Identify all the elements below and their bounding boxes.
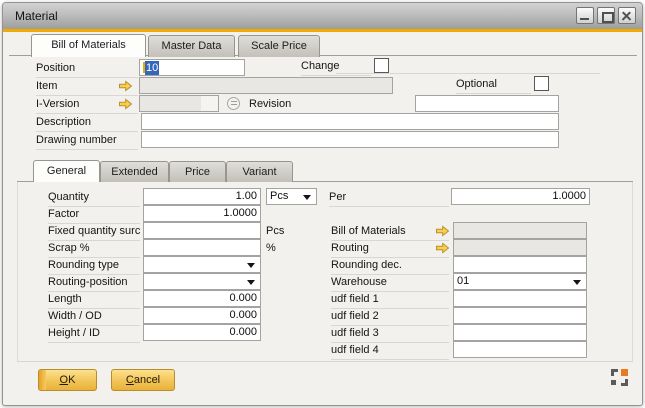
- bom-link-arrow-icon[interactable]: [435, 225, 450, 237]
- udf2-input[interactable]: [453, 307, 587, 324]
- rounding-dec-input[interactable]: [453, 256, 587, 273]
- maximize-button[interactable]: [597, 7, 615, 24]
- close-button[interactable]: [618, 7, 636, 24]
- description-input[interactable]: [141, 113, 559, 130]
- minimize-button[interactable]: [576, 7, 594, 24]
- item-link-arrow-icon[interactable]: [118, 80, 133, 92]
- ok-button[interactable]: OK: [38, 369, 97, 391]
- quantity-label: Quantity: [48, 190, 140, 207]
- width-od-input[interactable]: 0.000: [143, 307, 261, 324]
- cancel-button[interactable]: Cancel: [111, 369, 175, 391]
- udf1-input[interactable]: [453, 290, 587, 307]
- tab-extended[interactable]: Extended: [100, 161, 169, 182]
- window-title: Material: [15, 9, 58, 23]
- iversion-input[interactable]: [139, 95, 219, 112]
- quantity-unit-dropdown[interactable]: Pcs: [266, 188, 317, 205]
- item-input[interactable]: [139, 77, 393, 94]
- routing-position-label: Routing-position: [48, 275, 140, 292]
- position-input[interactable]: 10: [139, 59, 245, 76]
- tab-general[interactable]: General: [33, 160, 100, 182]
- per-input[interactable]: 1.0000: [451, 188, 590, 205]
- per-label: Per: [329, 190, 449, 207]
- maximize-icon: [602, 12, 614, 23]
- chevron-down-icon: [573, 280, 581, 285]
- rounding-type-label: Rounding type: [48, 258, 140, 275]
- drawing-number-input[interactable]: [141, 131, 559, 148]
- udf1-label: udf field 1: [331, 292, 449, 309]
- scrap-label: Scrap %: [48, 241, 140, 258]
- tab-price[interactable]: Price: [169, 161, 226, 182]
- routing-link-arrow-icon[interactable]: [435, 242, 450, 254]
- tab-variant[interactable]: Variant: [226, 161, 293, 182]
- factor-input[interactable]: 1.0000: [143, 205, 261, 222]
- rounding-dec-label: Rounding dec.: [331, 258, 449, 275]
- bom-input[interactable]: [453, 222, 587, 239]
- udf2-label: udf field 2: [331, 309, 449, 326]
- udf4-label: udf field 4: [331, 343, 449, 360]
- drawing-number-label: Drawing number: [36, 133, 138, 150]
- optional-label: Optional: [456, 77, 531, 94]
- length-input[interactable]: 0.000: [143, 290, 261, 307]
- optional-checkbox[interactable]: [534, 76, 549, 91]
- width-od-label: Width / OD: [48, 309, 140, 326]
- tab-bill-of-materials[interactable]: Bill of Materials: [31, 34, 146, 57]
- warehouse-label: Warehouse: [331, 275, 449, 292]
- bom-label: Bill of Materials: [331, 224, 449, 241]
- chevron-down-icon: [247, 263, 255, 268]
- minimize-icon: [580, 18, 589, 20]
- factor-label: Factor: [48, 207, 140, 224]
- height-id-input[interactable]: 0.000: [143, 324, 261, 341]
- scrap-unit: %: [266, 241, 276, 257]
- warehouse-dropdown[interactable]: 01: [453, 273, 587, 290]
- quantity-input[interactable]: 1.00: [143, 188, 261, 205]
- material-dialog-window: Material Bill of Materials Master Data S…: [2, 2, 643, 406]
- udf3-label: udf field 3: [331, 326, 449, 343]
- fixed-surcharge-input[interactable]: [143, 222, 261, 239]
- expand-collapse-icon[interactable]: [611, 369, 628, 386]
- row-divider: [336, 73, 600, 74]
- length-label: Length: [48, 292, 140, 309]
- chevron-down-icon: [247, 280, 255, 285]
- choose-from-list-icon[interactable]: [227, 97, 240, 110]
- routing-position-dropdown[interactable]: [143, 273, 261, 290]
- tab-master-data[interactable]: Master Data: [148, 35, 235, 57]
- fixed-surcharge-unit: Pcs: [266, 224, 284, 240]
- chevron-down-icon: [303, 195, 311, 200]
- description-label: Description: [36, 115, 138, 132]
- change-checkbox[interactable]: [374, 58, 389, 73]
- revision-input[interactable]: [415, 95, 559, 112]
- udf4-input[interactable]: [453, 341, 587, 358]
- position-label: Position: [36, 61, 138, 78]
- height-id-label: Height / ID: [48, 326, 140, 343]
- titlebar[interactable]: Material: [3, 3, 642, 29]
- fixed-surcharge-label: Fixed quantity surcharg: [48, 224, 140, 241]
- routing-input[interactable]: [453, 239, 587, 256]
- default-button-stripe: [39, 370, 46, 390]
- udf3-input[interactable]: [453, 324, 587, 341]
- revision-label: Revision: [249, 97, 413, 114]
- position-value: 10: [145, 61, 159, 75]
- rounding-type-dropdown[interactable]: [143, 256, 261, 273]
- scrap-input[interactable]: [143, 239, 261, 256]
- tab-scale-price[interactable]: Scale Price: [238, 35, 320, 57]
- routing-label: Routing: [331, 241, 449, 258]
- accent-line: [3, 29, 642, 32]
- iversion-link-arrow-icon[interactable]: [118, 98, 133, 110]
